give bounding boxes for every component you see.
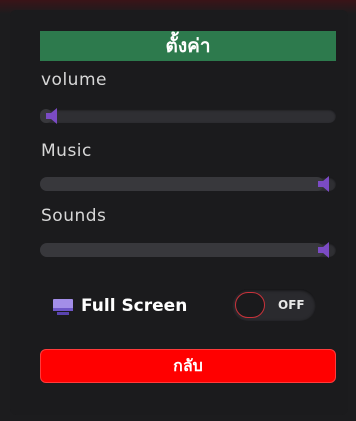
music-label: Music [41,141,92,161]
back-button[interactable]: กลับ [40,349,336,383]
fullscreen-toggle[interactable]: OFF [232,289,316,321]
volume-slider-track [40,109,336,123]
sounds-label: Sounds [41,206,107,226]
volume-label: volume [41,70,107,90]
settings-title: ตั้งค่า [40,31,336,61]
fullscreen-label: Full Screen [81,296,188,316]
sounds-slider[interactable] [40,241,336,259]
volume-slider[interactable] [40,107,336,125]
speaker-icon[interactable] [42,107,62,125]
speaker-icon[interactable] [314,241,334,259]
game-window: ตั้งค่า volume Music Sounds Full Screen … [0,0,356,421]
toggle-state: OFF [278,298,305,312]
music-slider[interactable] [40,175,336,193]
sounds-slider-fill [40,243,324,257]
toggle-knob [235,292,265,318]
fullscreen-row: Full Screen OFF [52,289,322,323]
monitor-icon [52,298,74,316]
speaker-icon[interactable] [314,175,334,193]
music-slider-fill [40,177,324,191]
